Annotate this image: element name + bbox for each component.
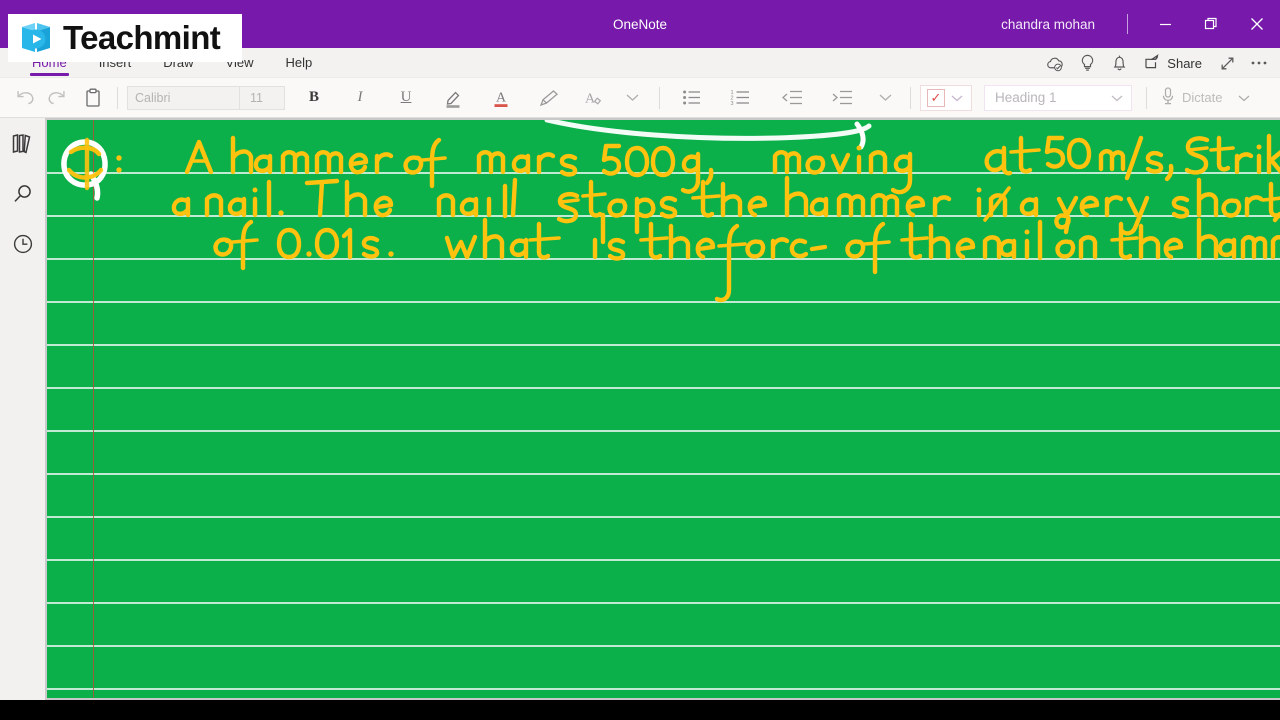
page-rule-line <box>47 602 1280 604</box>
toolbar-divider-3 <box>910 86 911 109</box>
brand-logo-block[interactable]: Teachmint <box>8 14 242 62</box>
style-dropdown[interactable]: Heading 1 <box>984 84 1132 111</box>
toolbar-divider-4 <box>1146 86 1147 109</box>
dictate-label: Dictate <box>1182 90 1223 105</box>
page-rule-line <box>47 172 1280 174</box>
toolbar-divider-2 <box>659 86 660 109</box>
handwritten-ink-layer <box>61 120 1280 303</box>
page-rule-line <box>47 258 1280 260</box>
dictate-chevron-icon[interactable] <box>1238 90 1250 105</box>
microphone-icon <box>1160 86 1176 109</box>
italic-label: I <box>357 89 363 105</box>
ribbon-right-actions: Share <box>1039 48 1274 78</box>
font-options-chevron-icon[interactable] <box>617 83 647 113</box>
share-icon <box>1144 53 1162 73</box>
formatting-toolbar: Calibri 11 B I U A A 1 2 3 ✓ Heading 1 D… <box>0 78 1280 118</box>
paste-button[interactable] <box>78 83 108 113</box>
increase-indent-button[interactable] <box>826 83 858 113</box>
toolbar-divider-1 <box>117 86 118 109</box>
font-name-input[interactable]: Calibri <box>128 86 240 109</box>
italic-button[interactable]: I <box>345 83 375 113</box>
svg-text:3: 3 <box>731 101 734 106</box>
expand-icon[interactable] <box>1212 48 1242 78</box>
dictate-button[interactable]: Dictate <box>1156 86 1250 109</box>
account-name[interactable]: chandra mohan <box>983 17 1113 32</box>
todo-checkbox-icon[interactable]: ✓ <box>927 88 945 107</box>
page-rule-line <box>47 516 1280 518</box>
sync-status-icon[interactable] <box>1039 48 1070 78</box>
clear-formatting-button[interactable]: A <box>577 83 609 113</box>
style-value: Heading 1 <box>995 90 1057 105</box>
brand-name: Teachmint <box>63 19 221 56</box>
paragraph-options-chevron-icon[interactable] <box>870 83 900 113</box>
title-bar-right: chandra mohan <box>983 0 1280 48</box>
window-bottom-letterbox <box>0 700 1280 720</box>
share-label: Share <box>1167 55 1202 71</box>
font-controls: Calibri 11 <box>127 85 285 110</box>
bullets-button[interactable] <box>677 83 707 113</box>
underline-label: U <box>400 89 412 105</box>
tab-help[interactable]: Help <box>270 48 329 78</box>
more-options-icon[interactable] <box>1244 48 1274 78</box>
font-color-button[interactable]: A <box>485 83 517 113</box>
sidebar-item-recent-notes[interactable] <box>6 228 40 260</box>
left-sidebar <box>0 118 45 720</box>
page-rule-line <box>47 344 1280 346</box>
tab-help-label: Help <box>285 55 313 70</box>
page-rule-line <box>47 645 1280 647</box>
redo-button[interactable] <box>41 83 72 113</box>
decrease-indent-button[interactable] <box>776 83 808 113</box>
tag-chevron-icon[interactable] <box>951 89 971 107</box>
page-margin-line <box>93 120 95 698</box>
onenote-window: OneNote chandra mohan Teachmint Home Ins… <box>0 0 1280 720</box>
note-page[interactable] <box>47 120 1280 698</box>
minimize-button[interactable] <box>1142 0 1188 48</box>
todo-tag-control[interactable]: ✓ <box>920 84 972 111</box>
font-size-input[interactable]: 11 <box>240 87 284 109</box>
page-rule-line <box>47 301 1280 303</box>
page-rule-line <box>47 473 1280 475</box>
page-rule-line <box>47 387 1280 389</box>
page-rule-line <box>47 430 1280 432</box>
handwriting-line-2 <box>171 175 1280 236</box>
undo-button[interactable] <box>10 83 41 113</box>
notifications-bell-icon[interactable] <box>1104 48 1134 78</box>
teachmint-logo-icon <box>16 18 56 58</box>
numbering-button[interactable]: 1 2 3 <box>725 83 756 113</box>
share-button[interactable]: Share <box>1136 48 1210 78</box>
bold-button[interactable]: B <box>299 83 329 113</box>
svg-text:A: A <box>496 90 507 105</box>
page-rule-line <box>47 559 1280 561</box>
underline-button[interactable]: U <box>391 83 421 113</box>
svg-text:A: A <box>585 91 596 106</box>
format-painter-button[interactable] <box>533 83 565 113</box>
sidebar-item-search[interactable] <box>6 178 40 210</box>
tell-me-lightbulb-icon[interactable] <box>1072 48 1102 78</box>
page-rule-line <box>47 688 1280 690</box>
handwriting-line-1 <box>184 133 1280 195</box>
style-chevron-icon <box>1111 90 1123 105</box>
sidebar-item-notebooks[interactable] <box>6 128 40 160</box>
title-separator <box>1127 14 1128 34</box>
close-button[interactable] <box>1234 0 1280 48</box>
note-page-container <box>45 118 1280 700</box>
maximize-restore-button[interactable] <box>1188 0 1234 48</box>
page-rule-line <box>47 215 1280 217</box>
text-highlight-color-button[interactable] <box>437 83 469 113</box>
bold-label: B <box>308 89 319 105</box>
